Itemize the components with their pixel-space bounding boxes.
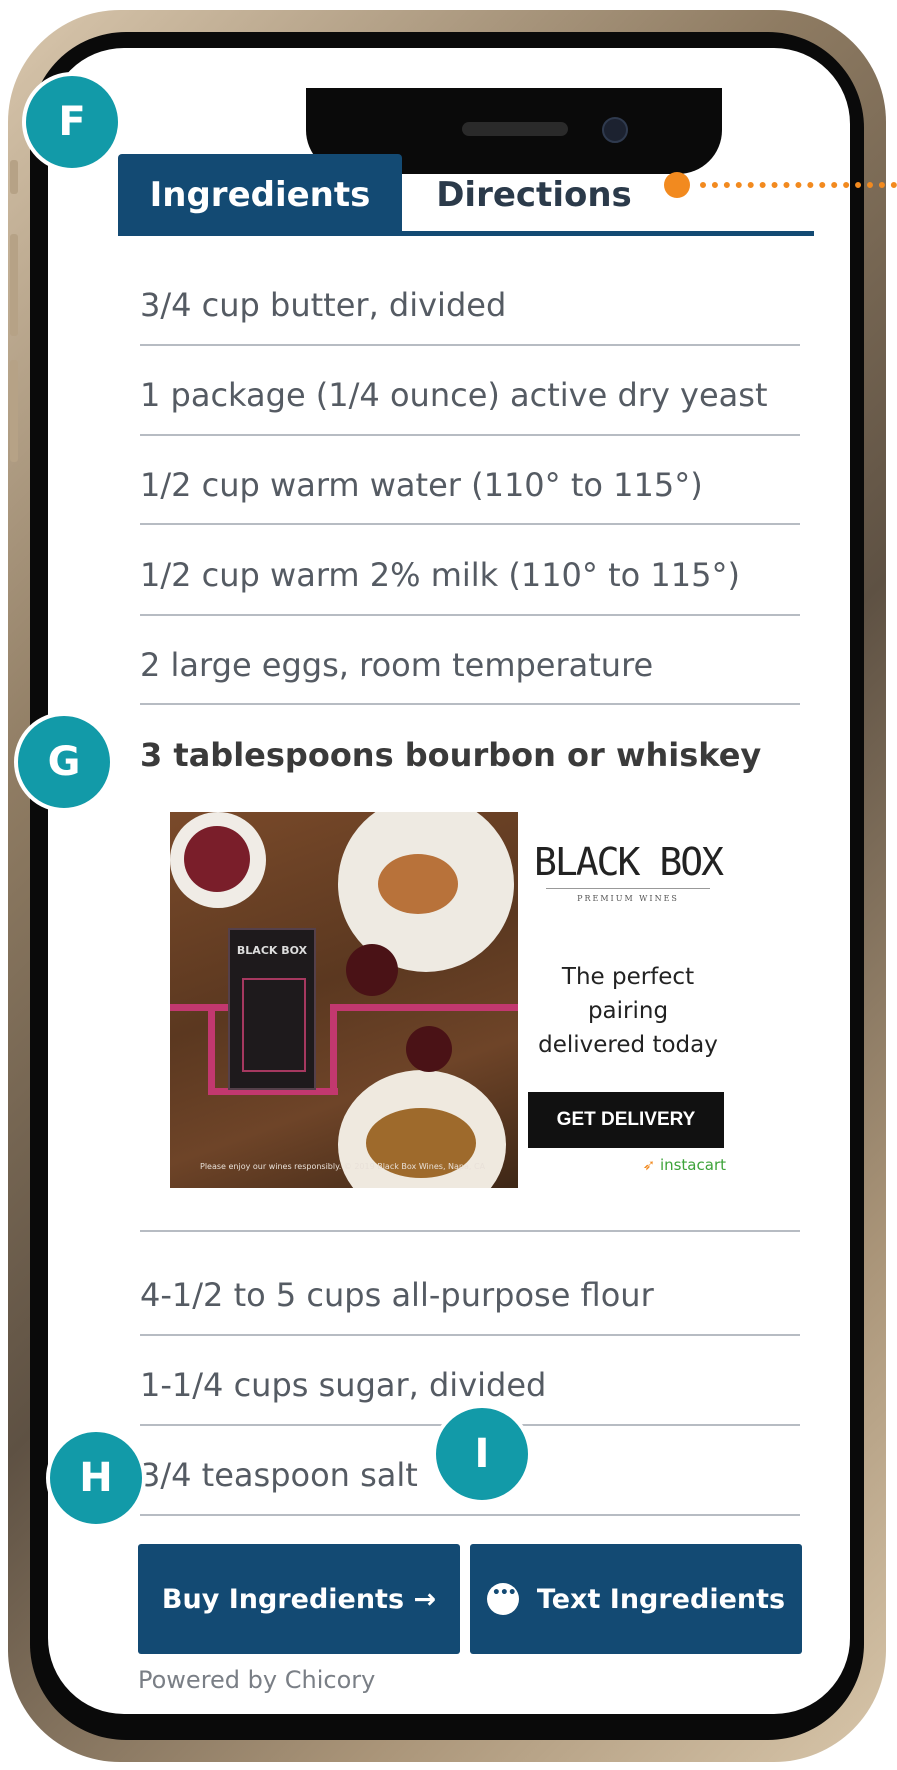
ingredient-item: 4-1/2 to 5 cups all-purpose flour <box>140 1276 654 1314</box>
ad-plate <box>378 854 458 914</box>
annotation-leader-line <box>700 182 897 188</box>
divider <box>140 434 800 436</box>
ingredient-item: 2 large eggs, room temperature <box>140 646 654 684</box>
ad-ribbon <box>208 1004 215 1094</box>
ad-tagline-line: delivered today <box>538 1032 718 1058</box>
ad-ribbon <box>170 1004 230 1011</box>
callout-badge-f: F <box>22 72 122 172</box>
instacart-logo: ➶ instacart <box>618 1156 726 1174</box>
get-delivery-button[interactable]: GET DELIVERY <box>528 1092 724 1148</box>
recipe-tabs: Ingredients Directions <box>118 154 814 236</box>
silent-switch <box>10 160 18 194</box>
ingredient-item-highlighted: 3 tablespoons bourbon or whiskey <box>140 736 762 774</box>
wine-box-panel <box>242 978 306 1072</box>
ad-plate <box>184 826 250 892</box>
ad-brand-logo: BLACK BOX <box>534 840 724 884</box>
divider <box>140 703 800 705</box>
ad-image[interactable]: BLACK BOX Please enjoy our wines respons… <box>170 812 518 1188</box>
callout-badge-i: I <box>432 1404 532 1504</box>
front-camera-icon <box>602 117 628 143</box>
tab-underline <box>118 231 814 236</box>
divider <box>140 1514 800 1516</box>
wine-box-label: BLACK BOX <box>236 944 308 957</box>
callout-badge-g: G <box>14 712 114 812</box>
speaker-grille <box>462 122 568 136</box>
ingredient-item: 1/2 cup warm water (110° to 115°) <box>140 466 703 504</box>
text-ingredients-button[interactable]: Text Ingredients <box>470 1544 802 1654</box>
ad-ribbon <box>330 1004 518 1011</box>
ad-tagline-line: The perfect pairing <box>561 964 695 1024</box>
ingredient-item: 1/2 cup warm 2% milk (110° to 115°) <box>140 556 740 594</box>
ad-tagline: The perfect pairing delivered today <box>520 960 736 1062</box>
ingredient-item: 1-1/4 cups sugar, divided <box>140 1366 547 1404</box>
carrot-icon: ➶ <box>642 1156 656 1174</box>
divider <box>140 344 800 346</box>
ad-wine-glass <box>406 1026 452 1072</box>
annotation-dot <box>664 172 690 198</box>
volume-down-button <box>10 360 18 462</box>
chat-bubble-icon <box>486 1583 519 1615</box>
ingredient-item: 3/4 cup butter, divided <box>140 286 507 324</box>
divider <box>140 614 800 616</box>
volume-up-button <box>10 234 18 336</box>
ad-brand-subtitle: PREMIUM WINES <box>577 894 679 903</box>
ad-ribbon <box>330 1004 337 1094</box>
ingredient-item: 1 package (1/4 ounce) active dry yeast <box>140 376 768 414</box>
divider <box>140 1334 800 1336</box>
text-ingredients-label: Text Ingredients <box>536 1583 786 1615</box>
divider <box>140 523 800 525</box>
ad-wine-glass <box>346 944 398 996</box>
callout-badge-h: H <box>46 1428 146 1528</box>
wine-box-image: BLACK BOX <box>228 928 316 1090</box>
powered-by-footer: Powered by Chicory <box>138 1666 376 1694</box>
instacart-label: instacart <box>659 1156 726 1174</box>
divider <box>140 1230 800 1232</box>
ad-disclaimer: Please enjoy our wines responsibly. © 20… <box>200 1162 486 1171</box>
tab-ingredients[interactable]: Ingredients <box>118 154 402 236</box>
buy-ingredients-button[interactable]: Buy Ingredients → <box>138 1544 460 1654</box>
ad-brand-rule <box>546 888 710 889</box>
tab-directions[interactable]: Directions <box>410 154 658 236</box>
